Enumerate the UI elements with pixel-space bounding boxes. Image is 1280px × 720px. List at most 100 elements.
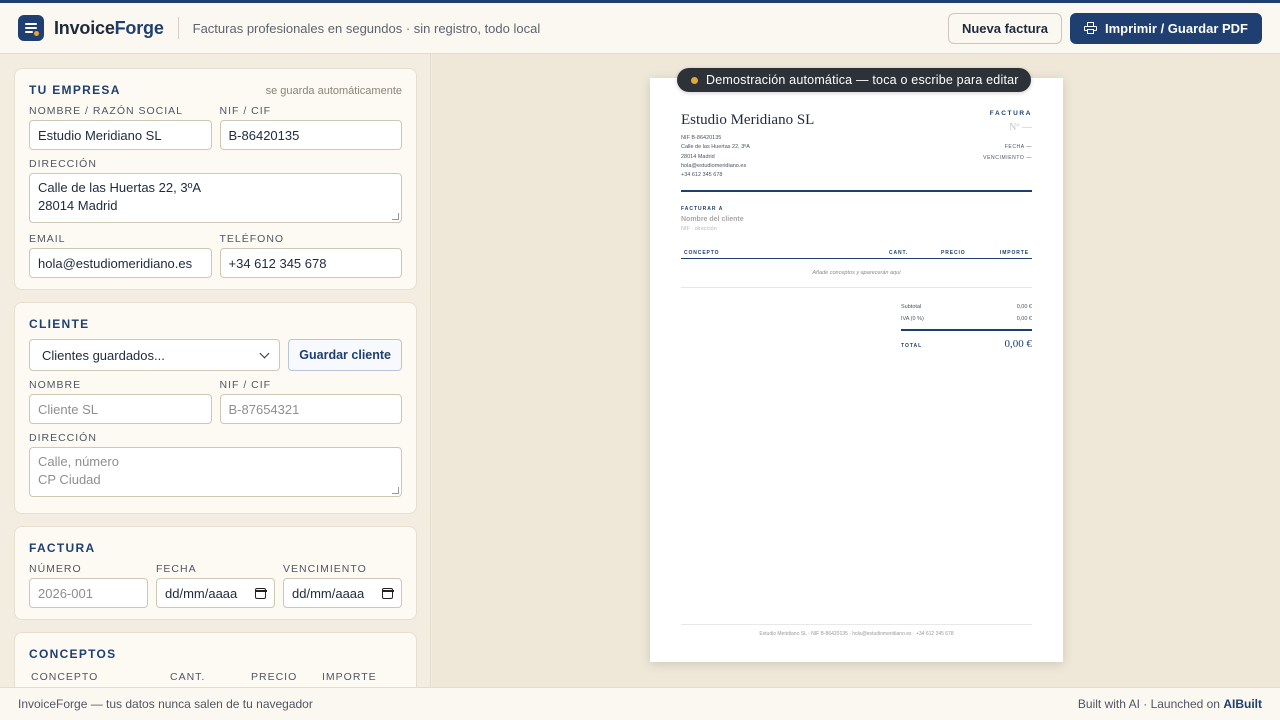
built-with-prefix: Built with AI · Launched on xyxy=(1077,697,1220,711)
preview-doc-title: FACTURA xyxy=(989,110,1032,117)
company-nif-label: NIF / CIF xyxy=(219,105,272,117)
company-name-input[interactable]: Estudio Meridiano SL xyxy=(29,120,212,150)
printer-icon xyxy=(1083,22,1097,34)
preview-company-details: NIF B-86420135 Calle de las Huertas 22, … xyxy=(681,134,750,180)
preview-empty-message: Añade conceptos y aparecerán aquí xyxy=(812,270,901,276)
app-header: InvoiceForge Facturas profesionales en s… xyxy=(0,3,1280,54)
client-nif-input[interactable]: B-87654321 xyxy=(219,394,402,424)
demo-banner[interactable]: Demostración automática — toca o escribe… xyxy=(677,68,1031,92)
company-address-line1: Calle de las Huertas 22, 3ºA xyxy=(38,180,202,195)
editor-panel[interactable]: TU EMPRESA se guarda automáticamente NOM… xyxy=(0,54,431,687)
invoice-date-value: dd/mm/aaaa xyxy=(165,585,238,601)
invoice-number-label: NÚMERO xyxy=(29,563,82,575)
col-price: PRECIO xyxy=(251,671,298,683)
preview-total-row: TOTAL 0,00 € xyxy=(901,338,1032,350)
company-address-label: DIRECCIÓN xyxy=(29,158,97,170)
preview-doc-meta: FECHA — VENCIMIENTO — xyxy=(983,142,1032,164)
preview-iva-value: 0,00 € xyxy=(1016,316,1032,322)
concepts-title: CONCEPTOS xyxy=(29,647,117,661)
invoice-card: FACTURA NÚMERO 2026-001 FECHA dd/mm/aaaa… xyxy=(14,526,417,620)
company-address-line2: 28014 Madrid xyxy=(38,198,118,213)
preview-company-nif: NIF B-86420135 xyxy=(681,135,722,141)
invoice-paper[interactable]: Estudio Meridiano SL NIF B-86420135 Call… xyxy=(650,78,1063,662)
preview-company-email: hola@estudiomeridiano.es xyxy=(681,162,747,169)
preview-bill-to: FACTURAR A xyxy=(681,206,724,212)
preview-date: FECHA — xyxy=(1004,144,1032,150)
print-pdf-button[interactable]: Imprimir / Guardar PDF xyxy=(1069,12,1262,44)
preview-header-rule xyxy=(681,190,1032,192)
calendar-icon[interactable] xyxy=(254,587,267,599)
save-client-button[interactable]: Guardar cliente xyxy=(288,339,402,371)
col-amount: IMPORTE xyxy=(322,671,377,683)
client-nif-label: NIF / CIF xyxy=(219,379,272,391)
preview-total-label: TOTAL xyxy=(901,343,923,349)
company-email-label: EMAIL xyxy=(29,233,66,245)
company-title: TU EMPRESA xyxy=(29,83,121,97)
privacy-note: InvoiceForge — tus datos nunca salen de … xyxy=(18,697,313,711)
brand-name: InvoiceForge xyxy=(54,17,164,38)
preview-total-rule xyxy=(901,329,1032,331)
preview-company-addr2: 28014 Madrid xyxy=(681,153,715,160)
preview-client-sub: NIF · dirección xyxy=(681,226,717,232)
client-name-label: NOMBRE xyxy=(29,379,82,391)
company-email-input[interactable]: hola@estudiomeridiano.es xyxy=(29,248,212,278)
demo-banner-text: Demostración automática — toca o escribe… xyxy=(706,73,1019,87)
client-name-input[interactable]: Cliente SL xyxy=(29,394,212,424)
company-phone-input[interactable]: +34 612 345 678 xyxy=(219,248,402,278)
resize-grip-icon[interactable] xyxy=(392,487,399,494)
client-card: CLIENTE Clientes guardados... Guardar cl… xyxy=(14,302,417,514)
preview-subtotal-label: Subtotal xyxy=(901,304,922,310)
company-phone-label: TELÉFONO xyxy=(219,233,285,245)
preview-th-price: PRECIO xyxy=(941,250,966,256)
preview-company-addr1: Calle de las Huertas 22, 3ºA xyxy=(681,144,750,151)
invoice-logo-icon xyxy=(18,15,44,41)
client-address-textarea[interactable]: Calle, número CP Ciudad xyxy=(29,447,402,497)
preview-subtotal-row: Subtotal 0,00 € xyxy=(901,304,1032,310)
aibuilt-link[interactable]: AIBuilt xyxy=(1223,697,1262,711)
tagline: Facturas profesionales en segundos · sin… xyxy=(192,20,541,36)
calendar-icon[interactable] xyxy=(381,587,394,599)
preview-iva-label: IVA (0 %) xyxy=(901,316,924,322)
invoice-due-label: VENCIMIENTO xyxy=(283,563,367,575)
saved-clients-select[interactable]: Clientes guardados... xyxy=(29,339,281,371)
invoice-title: FACTURA xyxy=(29,541,96,555)
preview-th-amount: IMPORTE xyxy=(999,250,1029,256)
preview-due: VENCIMIENTO — xyxy=(983,155,1032,161)
invoice-due-value: dd/mm/aaaa xyxy=(292,585,365,601)
preview-table-header: CONCEPTO CANT. PRECIO IMPORTE xyxy=(681,248,1032,259)
preview-th-qty: CANT. xyxy=(889,250,909,256)
invoice-number-input[interactable]: 2026-001 xyxy=(29,578,148,608)
preview-iva-row: IVA (0 %) 0,00 € xyxy=(901,316,1032,322)
concepts-columns: CONCEPTO CANT. PRECIO IMPORTE xyxy=(29,671,402,683)
preview-th-concept: CONCEPTO xyxy=(684,250,720,256)
concepts-card: CONCEPTOS CONCEPTO CANT. PRECIO IMPORTE xyxy=(14,632,417,687)
invoice-due-input[interactable]: dd/mm/aaaa xyxy=(283,578,402,608)
col-qty: CANT. xyxy=(170,671,206,683)
company-nif-input[interactable]: B-86420135 xyxy=(219,120,402,150)
company-card: TU EMPRESA se guarda automáticamente NOM… xyxy=(14,68,417,290)
preview-client-name: Nombre del cliente xyxy=(681,216,744,223)
preview-footer-rule xyxy=(681,624,1032,625)
company-address-textarea[interactable]: Calle de las Huertas 22, 3ºA 28014 Madri… xyxy=(29,173,402,223)
preview-company-name: Estudio Meridiano SL xyxy=(681,112,815,128)
company-name-label: NOMBRE / RAZÓN SOCIAL xyxy=(29,105,184,117)
preview-doc-number: Nº — xyxy=(1009,122,1032,133)
preview-total-value: 0,00 € xyxy=(1004,338,1033,350)
invoice-date-input[interactable]: dd/mm/aaaa xyxy=(156,578,275,608)
preview-company-phone: +34 612 345 678 xyxy=(681,172,723,179)
preview-subtotal-value: 0,00 € xyxy=(1016,304,1032,310)
built-with-note: Built with AI · Launched on AIBuilt xyxy=(1078,697,1262,711)
invoice-preview-area: Estudio Meridiano SL NIF B-86420135 Call… xyxy=(432,54,1280,687)
new-invoice-button[interactable]: Nueva factura xyxy=(947,12,1062,44)
app-footer: InvoiceForge — tus datos nunca salen de … xyxy=(0,687,1280,720)
client-address-placeholder2: CP Ciudad xyxy=(38,472,101,487)
invoice-date-label: FECHA xyxy=(156,563,197,575)
status-dot-icon xyxy=(691,76,698,84)
resize-grip-icon[interactable] xyxy=(392,213,399,220)
client-address-placeholder1: Calle, número xyxy=(38,454,119,469)
header-divider xyxy=(177,17,179,39)
preview-items-rule xyxy=(681,287,1032,288)
client-address-label: DIRECCIÓN xyxy=(29,432,97,444)
chevron-down-icon xyxy=(259,348,270,358)
preview-footer: Estudio Meridiano SL · NIF B-86420135 · … xyxy=(759,631,954,637)
